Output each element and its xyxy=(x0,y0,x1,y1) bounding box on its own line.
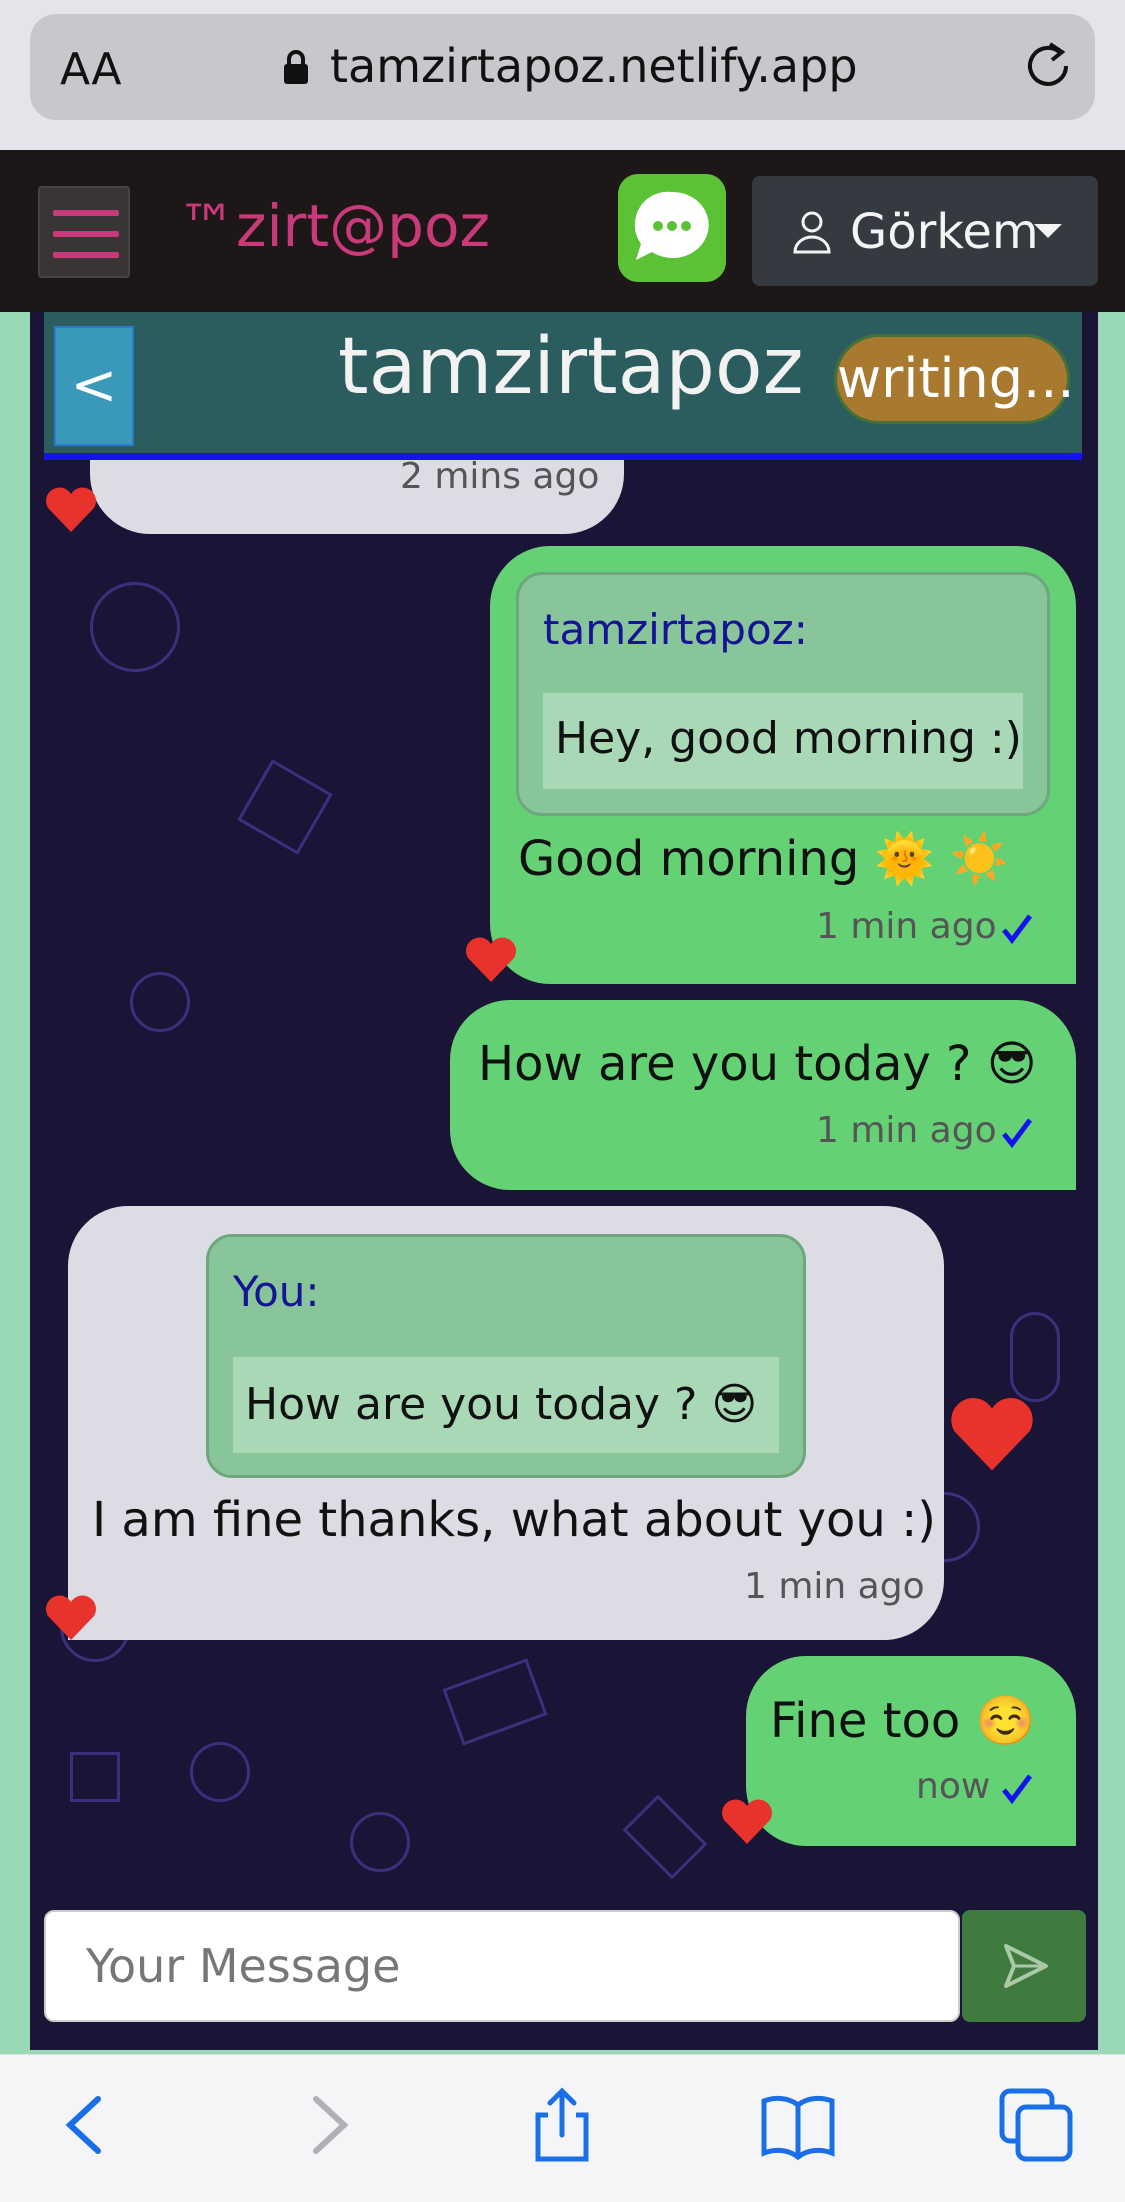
browser-address-area: AA tamzirtapoz.netlify.app xyxy=(0,0,1125,150)
heart-icon[interactable] xyxy=(44,1592,98,1642)
back-icon[interactable] xyxy=(46,2085,126,2165)
bookmarks-icon[interactable] xyxy=(758,2085,838,2165)
message-bubble-incoming[interactable]: You: How are you today ? 😎 I am fine tha… xyxy=(68,1206,944,1640)
quote-author: tamzirtapoz: xyxy=(543,605,808,654)
message-text: Fine too ☺️ xyxy=(770,1693,1036,1749)
chat-bubble-logo-icon xyxy=(618,174,726,282)
chat-header: < tamzirtapoz writing... xyxy=(44,312,1082,460)
heart-icon[interactable] xyxy=(720,1796,774,1846)
text-size-button[interactable]: AA xyxy=(60,44,121,95)
read-check-icon xyxy=(1002,914,1032,945)
quoted-message[interactable]: You: How are you today ? 😎 xyxy=(206,1234,806,1478)
user-name: Görkem xyxy=(850,204,1039,260)
brand-logo-text[interactable]: ™zirt@poz xyxy=(178,192,490,260)
message-time: 1 min ago xyxy=(816,906,997,947)
quote-text: How are you today ? 😎 xyxy=(233,1357,779,1453)
share-icon[interactable] xyxy=(522,2085,602,2165)
heart-icon[interactable] xyxy=(44,484,98,534)
message-bubble-outgoing[interactable]: tamzirtapoz: Hey, good morning :) Good m… xyxy=(490,546,1076,984)
heart-icon[interactable] xyxy=(948,1392,1036,1474)
message-bubble-outgoing[interactable]: How are you today ? 😎 1 min ago xyxy=(450,1000,1076,1190)
user-dropdown-button[interactable]: Görkem xyxy=(752,176,1098,286)
message-time: 2 mins ago xyxy=(400,456,600,497)
message-time: 1 min ago xyxy=(816,1110,997,1151)
url-text[interactable]: tamzirtapoz.netlify.app xyxy=(330,39,858,93)
send-icon xyxy=(1004,1944,1048,1988)
user-icon xyxy=(793,211,831,254)
quoted-message[interactable]: tamzirtapoz: Hey, good morning :) xyxy=(516,572,1050,816)
quote-author: You: xyxy=(233,1267,320,1316)
message-time: now xyxy=(916,1766,991,1807)
chevron-down-icon xyxy=(1034,224,1062,238)
typing-status-badge: writing... xyxy=(834,334,1075,424)
send-button[interactable] xyxy=(962,1910,1086,2022)
address-bar[interactable]: AA tamzirtapoz.netlify.app xyxy=(30,14,1095,120)
message-text: Good morning 🌞 ☀️ xyxy=(518,831,1010,887)
reload-icon[interactable] xyxy=(1020,38,1076,94)
menu-button[interactable] xyxy=(38,186,130,278)
read-check-icon xyxy=(1002,1118,1032,1149)
app-navbar: ™zirt@poz Görkem xyxy=(0,150,1125,312)
message-input[interactable] xyxy=(44,1910,960,2022)
tabs-icon[interactable] xyxy=(996,2085,1076,2165)
forward-icon[interactable] xyxy=(288,2085,368,2165)
message-text: I am fine thanks, what about you :) xyxy=(92,1492,936,1548)
message-bubble-outgoing[interactable]: Fine too ☺️ now xyxy=(746,1656,1076,1846)
heart-icon[interactable] xyxy=(464,934,518,984)
quote-text: Hey, good morning :) xyxy=(543,693,1023,789)
read-check-icon xyxy=(1002,1774,1032,1805)
message-time: 1 min ago xyxy=(744,1566,925,1607)
back-button[interactable]: < xyxy=(54,326,134,446)
browser-toolbar xyxy=(0,2054,1125,2202)
lock-icon xyxy=(284,50,308,84)
message-text: How are you today ? 😎 xyxy=(478,1036,1037,1092)
chat-title: tamzirtapoz xyxy=(338,322,804,412)
